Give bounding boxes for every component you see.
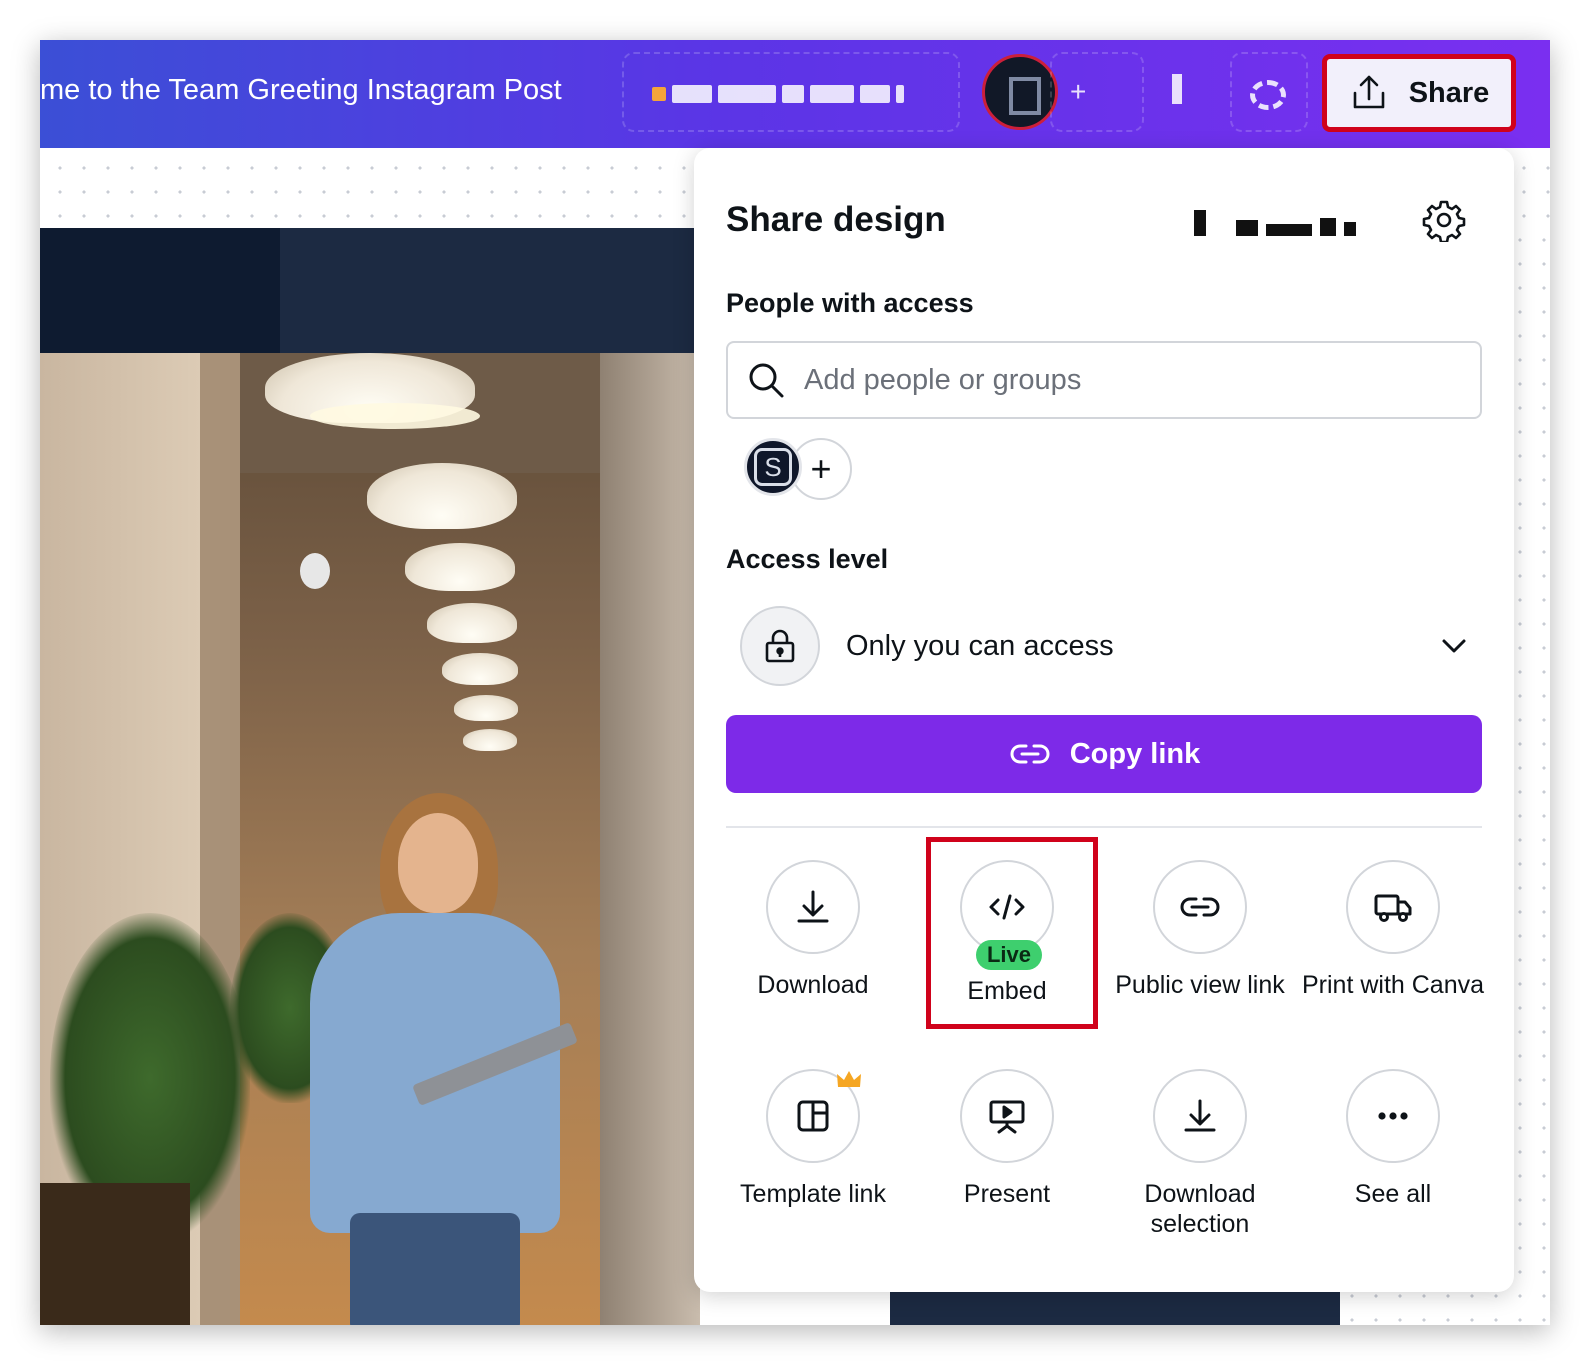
template-link-option[interactable]: Template link <box>718 1069 908 1209</box>
link-icon <box>1180 897 1220 917</box>
download-selection-label: Download selection <box>1144 1180 1256 1238</box>
copy-link-label: Copy link <box>1069 737 1201 770</box>
access-level-value: Only you can access <box>846 629 1114 662</box>
obscured-text <box>652 80 942 108</box>
more-icon <box>1378 1112 1408 1120</box>
share-button[interactable]: Share <box>1322 54 1516 132</box>
embed-code-icon <box>989 894 1025 920</box>
panel-title: Share design <box>726 200 946 239</box>
design-footer-band <box>890 1292 1340 1325</box>
obscured-toolbar-item <box>1050 52 1144 132</box>
template-link-label: Template link <box>740 1180 886 1208</box>
public-view-link-label: Public view link <box>1115 971 1285 999</box>
embed-label: Embed <box>967 977 1047 1005</box>
document-title[interactable]: me to the Team Greeting Instagram Post <box>40 74 562 107</box>
lock-icon <box>740 606 820 686</box>
print-with-canva-option[interactable]: Print with Canva <box>1298 860 1488 1000</box>
share-design-panel: Share design People with access + S Acce… <box>694 148 1514 1292</box>
live-badge: Live <box>976 940 1042 970</box>
design-photo[interactable] <box>40 353 700 1325</box>
member-initial: S <box>754 448 792 486</box>
download-selection-option[interactable]: Download selection <box>1105 1069 1295 1239</box>
app-window: me to the Team Greeting Instagram Post +… <box>40 40 1550 1325</box>
people-search-field[interactable] <box>726 341 1482 419</box>
search-icon <box>749 363 784 398</box>
people-with-access-heading: People with access <box>726 288 974 318</box>
add-icon[interactable]: + <box>1070 76 1086 108</box>
share-upload-icon <box>1353 75 1384 109</box>
comments-icon[interactable] <box>1250 80 1286 110</box>
user-avatar[interactable] <box>982 54 1058 130</box>
copy-link-button[interactable]: Copy link <box>726 715 1482 793</box>
embed-option[interactable]: Live Embed <box>912 860 1102 1006</box>
present-label: Present <box>963 1180 1051 1208</box>
download-label: Download <box>757 971 869 999</box>
gear-icon[interactable] <box>1422 198 1466 242</box>
template-icon <box>797 1100 829 1132</box>
download-option[interactable]: Download <box>718 860 908 1000</box>
download-icon <box>1184 1099 1216 1132</box>
print-with-canva-label: Print with Canva <box>1301 971 1485 999</box>
access-level-heading: Access level <box>726 544 889 574</box>
divider <box>726 826 1482 828</box>
search-input[interactable] <box>804 363 1444 397</box>
link-icon <box>1010 744 1050 764</box>
present-icon <box>989 1100 1025 1134</box>
see-all-label: See all <box>1354 1180 1432 1208</box>
add-member-label: + <box>810 448 832 489</box>
editor-topbar: me to the Team Greeting Instagram Post +… <box>40 40 1550 148</box>
download-icon <box>797 890 829 923</box>
member-avatar[interactable]: S <box>744 438 802 496</box>
public-view-link-option[interactable]: Public view link <box>1105 860 1295 1000</box>
chevron-down-icon <box>1442 639 1466 653</box>
design-header-band-left <box>40 228 280 353</box>
divider-icon <box>1172 74 1182 104</box>
share-button-label: Share <box>1408 76 1490 109</box>
present-option[interactable]: Present <box>912 1069 1102 1209</box>
crown-icon <box>837 1071 861 1087</box>
truck-icon <box>1374 894 1412 922</box>
redacted-owner-name <box>1194 206 1384 236</box>
access-level-select[interactable]: Only you can access <box>740 606 1482 686</box>
see-all-option[interactable]: See all <box>1298 1069 1488 1209</box>
